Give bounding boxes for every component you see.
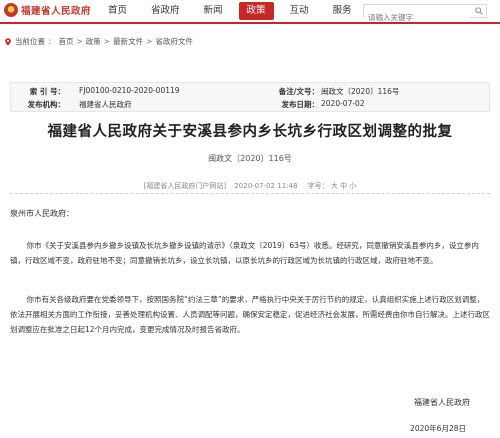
breadcrumb-province-files[interactable]: 省政府文件 [155,36,193,47]
top-bar: 福建省人民政府 首页 省政府 新闻 政策 互动 服务 数据 [0,0,500,24]
nav-news[interactable]: 新闻 [192,2,235,20]
publish-date-label: 发布日期： [281,100,320,109]
font-size-small[interactable]: 小 [349,182,356,190]
breadcrumb-latest-files[interactable]: 最新文件 [113,36,143,47]
main-nav: 首页 省政府 新闻 政策 互动 服务 数据 [96,2,407,20]
font-size-large[interactable]: 大 [331,182,338,190]
nav-province-gov[interactable]: 省政府 [139,2,192,20]
breadcrumb: 当前位置 ： 首页 > 政策 > 最新文件 > 省政府文件 [4,36,193,47]
article-paragraph: 你市有关各级政府要在党委领导下，按照国务院“约法三章”的要求，严格执行中央关于厉… [10,295,490,334]
breadcrumb-policy[interactable]: 政策 [86,36,101,47]
breadcrumb-separator: > [76,37,83,46]
article-title: 福建省人民政府关于安溪县参内乡长坑乡行政区划调整的批复 [47,123,453,140]
nav-policy[interactable]: 政策 [238,2,274,20]
signature-organization: 福建省人民政府 [414,398,470,407]
breadcrumb-current-label: 当前位置 [15,37,45,46]
document-meta-table: 索 引 号： FJ00100-0210-2020-00119 发布机构： 福建省… [10,82,490,112]
header-divider [0,22,500,24]
publish-date-value: 2020-07-02 [321,99,365,108]
signature-date: 2020年6月28日 [410,424,466,433]
breadcrumb-home[interactable]: 首页 [59,36,74,47]
article-publish-time: 2020-07-02 11:48 [234,182,298,190]
doc-number-label: 备注/文号： [278,87,319,96]
breadcrumb-separator: > [146,37,153,46]
nav-interaction[interactable]: 互动 [278,2,321,20]
nav-home[interactable]: 首页 [96,2,139,20]
salutation: 泉州市人民政府： [10,209,74,218]
index-number-value: FJ00100-0210-2020-00119 [79,86,180,95]
nav-service[interactable]: 服务 [321,2,364,20]
doc-number-value: 闽政文〔2020〕116号 [321,87,400,96]
font-size-label: 字号： [307,182,329,190]
font-size-medium[interactable]: 中 [340,182,347,190]
search-box [363,4,487,24]
breadcrumb-separator: > [103,37,111,46]
publisher-label: 发布机构： [27,100,66,109]
national-emblem-icon [4,3,18,17]
site-logo[interactable]: 福建省人民政府 [4,3,91,17]
search-icon[interactable] [475,7,483,15]
article-source-line: [福建省人民政府门户网站] 2020-07-02 11:48 字号： 大 中 小 [0,181,500,191]
index-number-label: 索 引 号： [29,87,65,96]
location-icon [5,37,11,46]
article-paragraph: 你市《关于安溪县参内乡撤乡设镇及长坑乡撤乡设镇的请示》（泉政文〔2019〕63号… [10,241,479,265]
article-source: [福建省人民政府门户网站] [143,182,227,190]
article-doc-number: 闽政文〔2020〕116号 [208,154,292,163]
publisher-value: 福建省人民政府 [79,100,132,109]
content-divider [10,193,490,194]
site-name: 福建省人民政府 [21,6,92,17]
